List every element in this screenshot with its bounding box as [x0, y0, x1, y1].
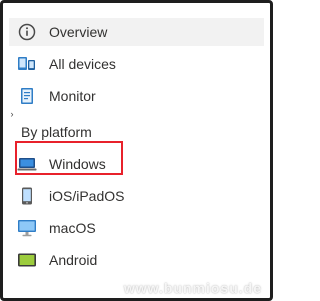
watermark: www.bunmiosu.de [123, 280, 262, 296]
section-header-by-platform: By platform [21, 124, 92, 140]
macos-monitor-icon [17, 218, 37, 238]
nav-item-windows[interactable]: Windows [17, 150, 257, 178]
nav-item-all-devices[interactable]: All devices [17, 50, 257, 78]
device-navigation-menu: › Overview All devices Monitor By platfo… [9, 9, 264, 298]
nav-item-label: iOS/iPadOS [49, 188, 125, 204]
collapse-chevron-icon[interactable]: › [9, 108, 15, 120]
screenshot-frame: › Overview All devices Monitor By platfo… [0, 0, 273, 301]
nav-item-monitor[interactable]: Monitor [17, 82, 257, 110]
nav-item-label: macOS [49, 220, 96, 236]
nav-item-overview[interactable]: Overview [9, 18, 264, 46]
nav-item-android[interactable]: Android [17, 246, 257, 274]
nav-item-label: All devices [49, 56, 116, 72]
nav-item-macos[interactable]: macOS [17, 214, 257, 242]
devices-icon [17, 54, 37, 74]
nav-item-label: Android [49, 252, 98, 268]
nav-item-label: Monitor [49, 88, 96, 104]
android-tablet-icon [17, 250, 37, 270]
nav-item-ios-ipados[interactable]: iOS/iPadOS [17, 182, 257, 210]
info-icon [17, 22, 37, 42]
windows-laptop-icon [17, 154, 37, 174]
monitor-icon [17, 86, 37, 106]
ios-phone-icon [17, 186, 37, 206]
nav-item-label: Overview [49, 24, 108, 40]
nav-item-label: Windows [49, 156, 106, 172]
